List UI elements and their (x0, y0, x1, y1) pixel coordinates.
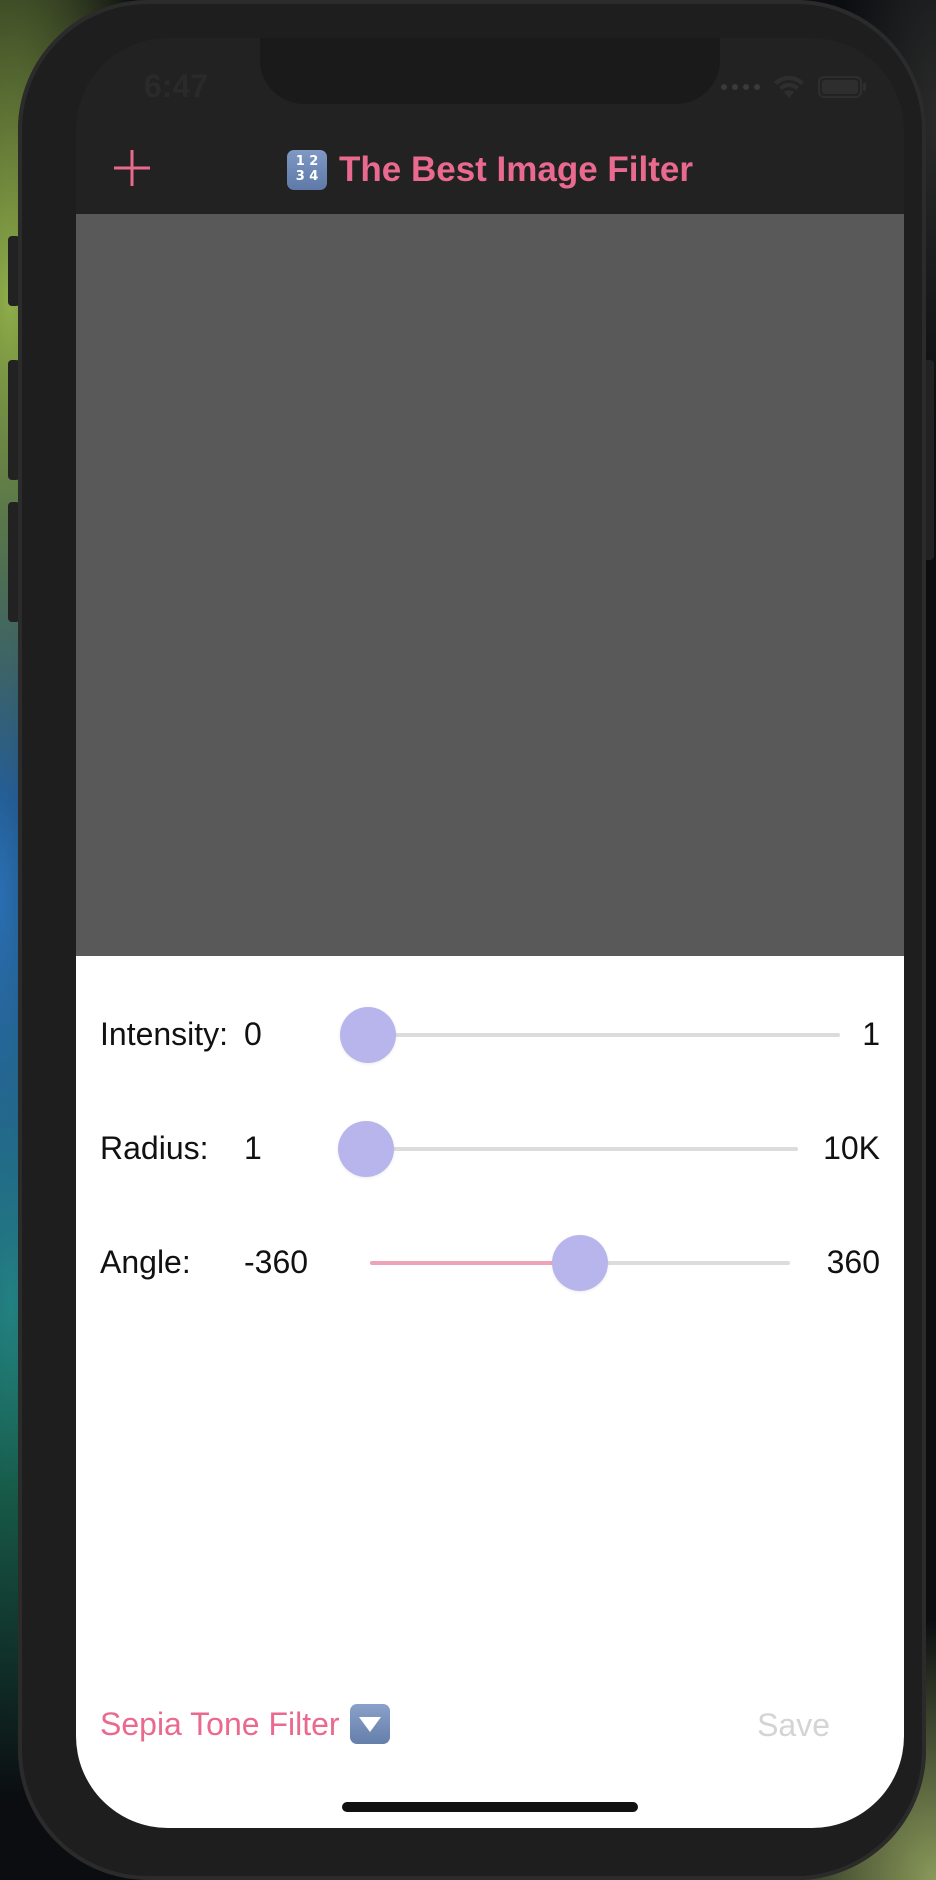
intensity-label: Intensity: (100, 1016, 229, 1052)
notch (260, 38, 720, 104)
status-bar: 6:47 (76, 38, 904, 130)
radius-label: Radius: (100, 1130, 209, 1166)
intensity-min-value: 0 (244, 1016, 262, 1052)
status-icons (721, 74, 868, 100)
angle-slider[interactable] (370, 1235, 790, 1291)
intensity-slider[interactable] (340, 1007, 840, 1063)
angle-slider-thumb[interactable] (552, 1235, 608, 1291)
change-filter-button[interactable]: Sepia Tone Filter (100, 1704, 390, 1744)
home-indicator (342, 1802, 638, 1812)
angle-slider-row: Angle: -360 360 (76, 1232, 904, 1292)
page-title: 1 23 4 The Best Image Filter (76, 150, 904, 190)
angle-max-value: 360 (826, 1244, 880, 1280)
wifi-icon (772, 74, 806, 100)
status-time: 6:47 (144, 68, 209, 104)
intensity-slider-thumb[interactable] (340, 1007, 396, 1063)
image-preview[interactable] (76, 214, 904, 956)
intensity-max-value: 1 (862, 1016, 880, 1052)
filter-controls-panel: Intensity: 0 1 Radius: 1 10K Angle: -360… (76, 956, 904, 1828)
phone-frame: 6:47 1 2 3 4 The Best Image Filter Inten… (18, 0, 926, 1880)
navigation-bar: 1 23 4 The Best Image Filter (76, 130, 904, 214)
angle-label: Angle: (100, 1244, 191, 1280)
radius-min-value: 1 (244, 1130, 262, 1166)
radius-slider-thumb[interactable] (338, 1121, 394, 1177)
save-button[interactable]: Save (757, 1707, 830, 1744)
filter-name-label: Sepia Tone Filter (100, 1705, 340, 1742)
angle-min-value: -360 (244, 1244, 309, 1280)
battery-icon (818, 75, 868, 99)
input-numbers-icon: 1 23 4 (287, 150, 327, 190)
radius-max-value: 10K (823, 1130, 880, 1166)
cellular-signal-icon (721, 84, 760, 90)
radius-slider-row: Radius: 1 10K (76, 1118, 904, 1178)
screen: 6:47 1 2 3 4 The Best Image Filter Inten… (76, 38, 904, 1828)
angle-slider-fill (370, 1261, 580, 1265)
intensity-slider-row: Intensity: 0 1 (76, 1004, 904, 1064)
chevron-down-square-icon (349, 1704, 390, 1744)
radius-slider[interactable] (338, 1121, 798, 1177)
page-title-text: The Best Image Filter (339, 150, 693, 189)
